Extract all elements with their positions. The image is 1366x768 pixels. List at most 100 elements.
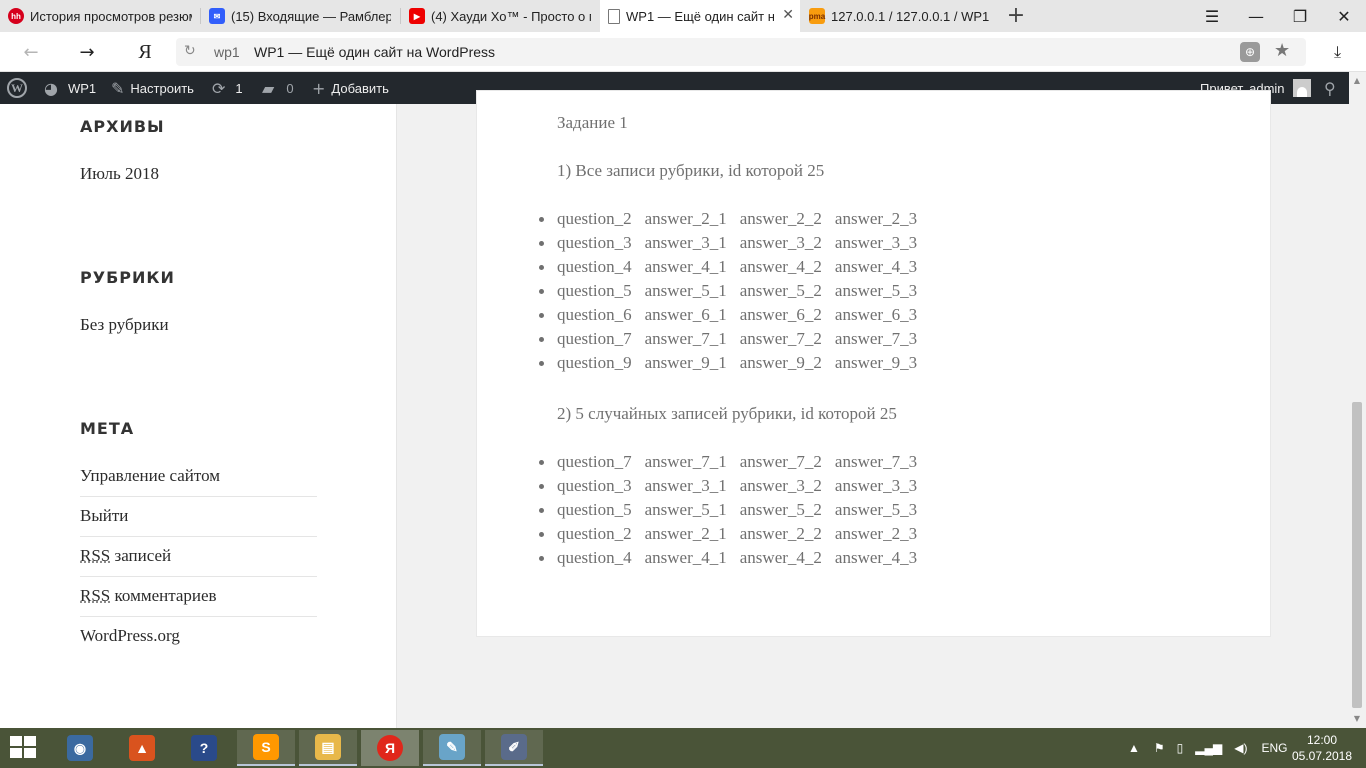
- list-item: question_6 answer_6_1 answer_6_2 answer_6_3: [538, 303, 930, 327]
- rss-posts-text: записей: [110, 546, 172, 565]
- url-host: wp1: [214, 44, 240, 60]
- site-name-menu[interactable]: ◕ WP1: [44, 72, 96, 104]
- back-icon[interactable]: ←: [17, 38, 45, 66]
- answer-text: answer_6_3: [834, 305, 918, 324]
- answer-text: answer_9_1: [644, 353, 727, 372]
- updates-link[interactable]: ⟳ 1: [212, 72, 243, 104]
- tab-youtube[interactable]: ▶ (4) Хауди Хо™ - Просто о мире IT: [401, 0, 599, 32]
- tab-title: WP1 — Ещё один сайт на WordPress: [626, 8, 774, 24]
- answer-text: answer_2_2: [739, 524, 822, 543]
- browser-globe-app[interactable]: ◉: [51, 730, 109, 766]
- answer-text: answer_7_2: [739, 452, 822, 471]
- brush-icon: ✎: [111, 78, 125, 98]
- question-text: question_7: [557, 452, 632, 471]
- close-window-icon[interactable]: ✕: [1322, 0, 1366, 32]
- new-tab-button[interactable]: +: [1004, 4, 1028, 28]
- tab-title: 127.0.0.1 / 127.0.0.1 / WP1 / wp: [831, 8, 991, 24]
- answer-text: answer_4_2: [739, 257, 822, 276]
- customize-link[interactable]: ✎ Настроить: [111, 72, 194, 104]
- add-new-menu[interactable]: + Добавить: [312, 72, 389, 104]
- category-link[interactable]: Без рубрики: [80, 315, 169, 335]
- yandex-logo[interactable]: Я: [135, 38, 155, 66]
- flag-icon[interactable]: ⚑: [1154, 741, 1165, 755]
- reload-icon[interactable]: ↻: [184, 43, 196, 59]
- answer-text: answer_2_1: [644, 209, 727, 228]
- meta-logout-link[interactable]: Выйти: [80, 506, 317, 537]
- browser-globe-app-icon: ◉: [67, 735, 93, 761]
- sublime-text-app[interactable]: S: [237, 730, 295, 766]
- show-hidden-icons-icon[interactable]: ▲: [1128, 741, 1140, 755]
- wordpress-logo-icon: W: [7, 78, 27, 98]
- close-tab-icon[interactable]: ✕: [782, 7, 794, 23]
- menu-icon[interactable]: ☰: [1190, 0, 1234, 32]
- forward-icon[interactable]: →: [73, 38, 101, 66]
- meta-manage-link[interactable]: Управление сайтом: [80, 466, 317, 497]
- tab-phpmyadmin[interactable]: pma 127.0.0.1 / 127.0.0.1 / WP1 / wp: [801, 0, 999, 32]
- minimize-icon[interactable]: —: [1234, 0, 1278, 32]
- youtube-icon: ▶: [409, 8, 425, 24]
- tab-rambler-mail[interactable]: ✉ (15) Входящие — Рамблер/почта: [201, 0, 399, 32]
- answer-text: answer_3_3: [834, 476, 918, 495]
- answer-text: answer_5_3: [834, 500, 918, 519]
- archive-link[interactable]: Июль 2018: [80, 164, 159, 184]
- yandex-browser-app[interactable]: Я: [361, 730, 419, 766]
- download-icon[interactable]: ⤓: [1334, 42, 1341, 62]
- scrollbar-thumb[interactable]: [1352, 402, 1362, 708]
- answer-text: answer_2_3: [834, 524, 918, 543]
- address-bar[interactable]: ↻ wp1 WP1 — Ещё один сайт на WordPress ⊕…: [176, 38, 1306, 66]
- page-scrollbar[interactable]: ▲ ▼: [1349, 72, 1366, 728]
- rss-abbr: RSS: [80, 586, 111, 605]
- notepad-app[interactable]: ✎: [423, 730, 481, 766]
- answer-text: answer_7_3: [834, 452, 918, 471]
- sidebar: АРХИВЫ Июль 2018 РУБРИКИ Без рубрики МЕТ…: [0, 104, 397, 728]
- question-text: question_4: [557, 257, 632, 276]
- network-icon[interactable]: ▂▄▆: [1195, 741, 1222, 755]
- windows-start-icon[interactable]: [10, 736, 38, 760]
- admin-search[interactable]: ⚲: [1324, 72, 1342, 104]
- scroll-down-arrow-icon[interactable]: ▼: [1352, 714, 1362, 723]
- tab-hh[interactable]: hh История просмотров резюме: [0, 0, 200, 32]
- list-item: question_7 answer_7_1 answer_7_2 answer_7_3: [538, 327, 930, 351]
- comments-link[interactable]: ▰ 0: [262, 72, 294, 104]
- question-text: question_3: [557, 476, 632, 495]
- tab-title: История просмотров резюме: [30, 8, 192, 24]
- answer-text: answer_9_3: [834, 353, 918, 372]
- bookmark-star-icon[interactable]: ★: [1274, 40, 1290, 61]
- categories-title: РУБРИКИ: [80, 268, 175, 287]
- matlab-app[interactable]: ▲: [113, 730, 171, 766]
- yandex-browser-app-icon: Я: [377, 735, 403, 761]
- list-item: question_2 answer_2_1 answer_2_2 answer_2_3: [538, 207, 930, 231]
- battery-icon[interactable]: ▯: [1177, 741, 1184, 755]
- task-heading: Задание 1: [557, 113, 628, 132]
- rss-abbr: RSS: [80, 546, 111, 565]
- restore-icon[interactable]: ❐: [1278, 0, 1322, 32]
- comment-bubble-icon: ▰: [262, 78, 275, 98]
- archives-title: АРХИВЫ: [80, 117, 165, 136]
- protect-icon[interactable]: ⊕: [1240, 42, 1260, 62]
- windows-taskbar: ◉ ▲? S ▤ Я ✎ ✐ ▲ ⚑ ▯ ▂▄▆ ◀) ENG 12:00 05.07.20…: [0, 728, 1366, 768]
- question-text: question_2: [557, 209, 632, 228]
- answer-text: answer_5_1: [644, 500, 727, 519]
- question-text: question_2: [557, 524, 632, 543]
- mail-icon: ✉: [209, 8, 225, 24]
- scroll-up-arrow-icon[interactable]: ▲: [1352, 76, 1362, 85]
- tray-area: ▲ ⚑ ▯ ▂▄▆ ◀) ENG: [1128, 728, 1287, 768]
- meta-rss-posts-link[interactable]: RSS записей: [80, 546, 317, 577]
- answer-text: answer_2_1: [644, 524, 727, 543]
- section-2-heading: 2) 5 случайных записей рубрики, id котор…: [557, 404, 897, 423]
- clock[interactable]: 12:00 05.07.2018: [1284, 732, 1360, 764]
- file-explorer-app[interactable]: ▤: [299, 730, 357, 766]
- help-app[interactable]: ?: [175, 730, 233, 766]
- question-text: question_5: [557, 281, 632, 300]
- meta-wporg-link[interactable]: WordPress.org: [80, 626, 317, 656]
- help-app-icon: ?: [191, 735, 217, 761]
- tab-wp1-active[interactable]: WP1 — Ещё один сайт на WordPress ✕: [600, 0, 800, 32]
- dashboard-icon: ◕: [44, 78, 58, 98]
- answer-text: answer_4_3: [834, 257, 918, 276]
- wordpress-logo-menu[interactable]: W: [7, 72, 27, 104]
- editor-app[interactable]: ✐: [485, 730, 543, 766]
- meta-rss-comments-link[interactable]: RSS комментариев: [80, 586, 317, 617]
- answer-text: answer_3_2: [739, 233, 822, 252]
- volume-icon[interactable]: ◀): [1234, 741, 1247, 755]
- file-explorer-app-icon: ▤: [315, 734, 341, 760]
